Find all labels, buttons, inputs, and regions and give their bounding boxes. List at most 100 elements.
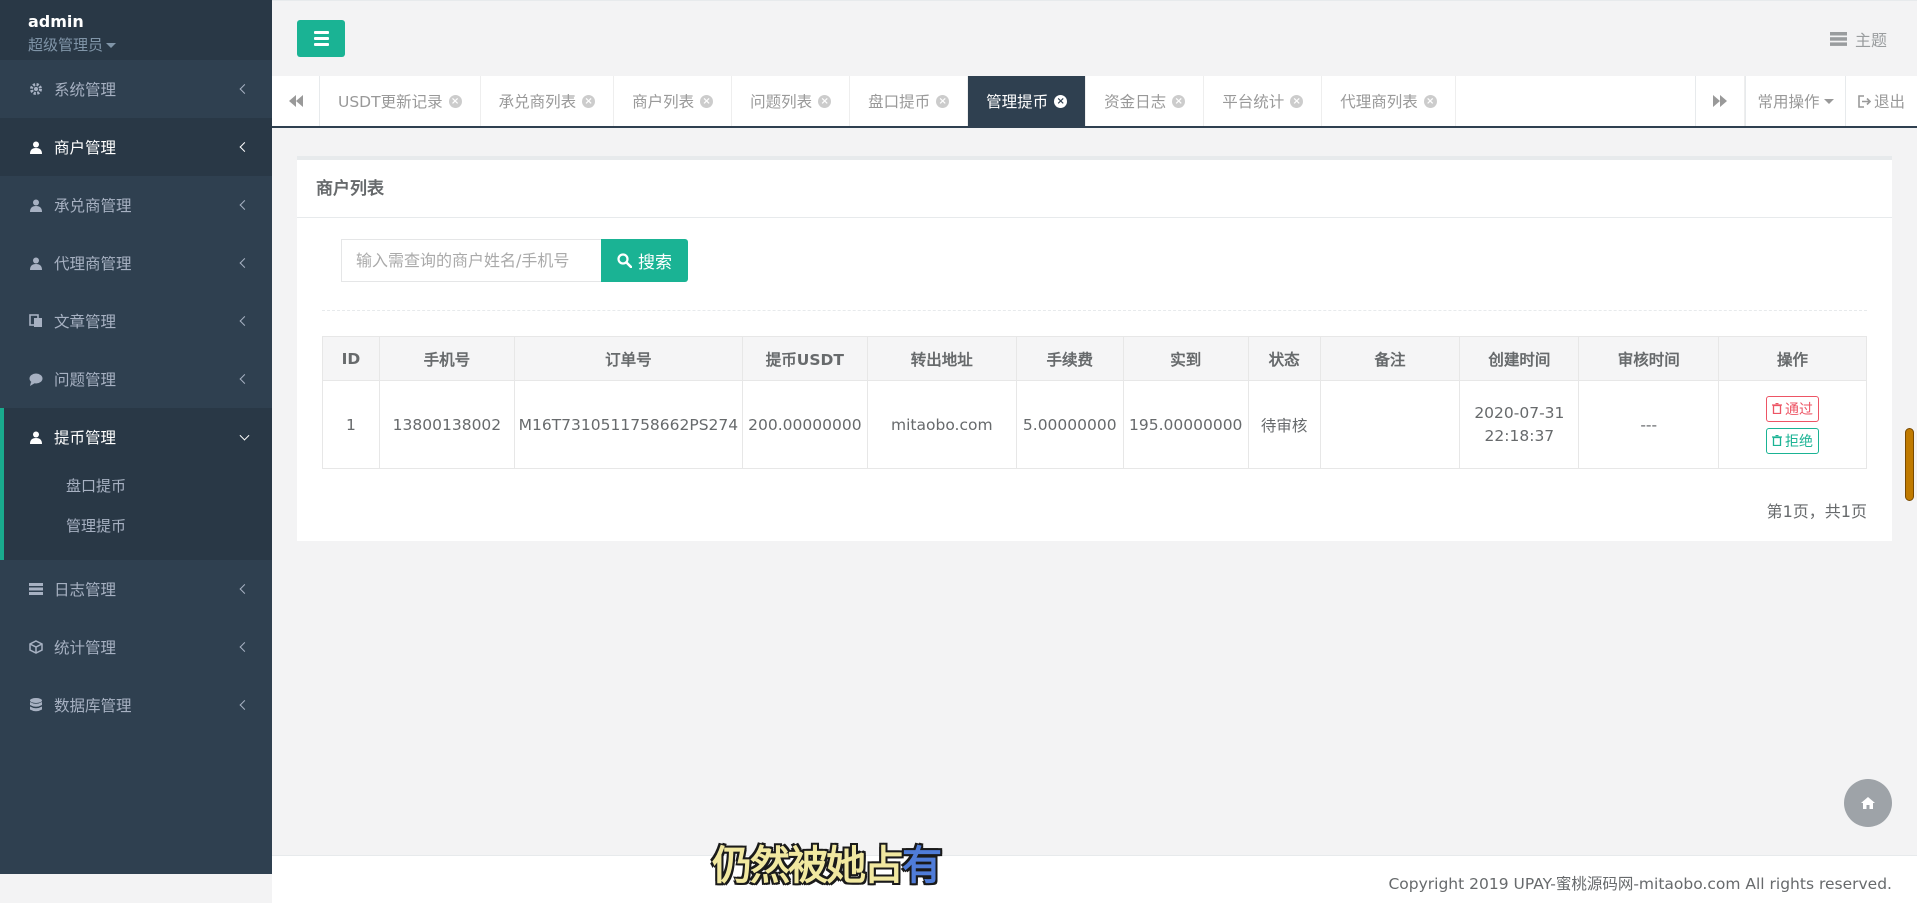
- bars-icon: [313, 31, 329, 34]
- sidebar-item-articles[interactable]: 文章管理: [0, 292, 272, 350]
- tab-pan-withdraw[interactable]: 盘口提币 ×: [850, 76, 969, 126]
- tab-platform-stats[interactable]: 平台统计 ×: [1204, 76, 1323, 126]
- search-icon: [617, 253, 632, 268]
- cell-review-time: ---: [1578, 380, 1720, 469]
- theme-label: 主题: [1854, 31, 1887, 50]
- sidebar-item-label: 统计管理: [54, 639, 117, 657]
- logout-button[interactable]: 退出: [1845, 76, 1917, 126]
- tabs-scroll-left-button[interactable]: [272, 76, 320, 126]
- search-button[interactable]: 搜索: [601, 239, 688, 282]
- close-icon[interactable]: ×: [1423, 94, 1437, 108]
- column-header: 操作: [1718, 336, 1867, 381]
- close-icon[interactable]: ×: [582, 94, 596, 108]
- sidebar-item-label: 文章管理: [54, 313, 117, 331]
- tabs-scroll-right-button[interactable]: [1695, 76, 1745, 126]
- chevron-left-icon: [239, 642, 250, 652]
- table-header-row: ID 手机号 订单号 提币USDT 转出地址 手续费 实到 状态 备注 创建时间…: [322, 336, 1867, 381]
- chevron-left-icon: [239, 374, 250, 384]
- sidebar-item-database[interactable]: 数据库管理: [0, 676, 272, 734]
- close-icon[interactable]: ×: [1172, 94, 1186, 108]
- tab-fund-log[interactable]: 资金日志 ×: [1086, 76, 1205, 126]
- cell-address: mitaobo.com: [866, 380, 1017, 469]
- close-icon[interactable]: ×: [1054, 94, 1068, 108]
- sidebar-item-label: 日志管理: [54, 581, 117, 599]
- copyright-text: Copyright 2019 UPAY-蜜桃源码网-mitaobo.com Al…: [1388, 875, 1892, 893]
- sidebar-item-questions[interactable]: 问题管理: [0, 350, 272, 408]
- cell-remark: [1319, 380, 1461, 469]
- common-ops-dropdown[interactable]: 常用操作: [1745, 76, 1845, 126]
- trash-icon: [1772, 403, 1783, 414]
- withdraw-table: ID 手机号 订单号 提币USDT 转出地址 手续费 实到 状态 备注 创建时间…: [322, 336, 1867, 469]
- user-role-dropdown[interactable]: 超级管理员: [28, 34, 272, 55]
- sidebar-item-label: 商户管理: [54, 139, 117, 157]
- sidebar-item-stats[interactable]: 统计管理: [0, 618, 272, 676]
- footer: Copyright 2019 UPAY-蜜桃源码网-mitaobo.com Al…: [272, 855, 1917, 903]
- video-subtitle: 仍然被她占有: [712, 843, 942, 889]
- trash-icon: [1772, 435, 1783, 446]
- sidebar-item-label: 数据库管理: [54, 697, 132, 715]
- sidebar-item-system[interactable]: 系统管理: [0, 60, 272, 118]
- search-form: 搜索: [341, 239, 688, 282]
- backward-icon: [288, 95, 303, 107]
- sidebar-subitem-pan-withdraw[interactable]: 盘口提币: [4, 466, 272, 506]
- close-icon[interactable]: ×: [448, 94, 462, 108]
- page-tabs: USDT更新记录 × 承兑商列表 × 商户列表 × 问题列表 × 盘口提币 × 管理提币 ×…: [320, 76, 1456, 126]
- close-icon[interactable]: ×: [1290, 94, 1304, 108]
- search-input[interactable]: [341, 239, 601, 282]
- sidebar-item-withdrawals[interactable]: 提币管理: [4, 408, 272, 466]
- sidebar-item-merchants[interactable]: 商户管理: [0, 118, 272, 176]
- tab-acceptor-list[interactable]: 承兑商列表 ×: [481, 76, 615, 126]
- top-header: 主题: [272, 0, 1917, 76]
- column-header: 创建时间: [1459, 336, 1580, 381]
- comment-icon: [28, 371, 44, 387]
- close-icon[interactable]: ×: [818, 94, 832, 108]
- caret-down-icon: [1823, 98, 1834, 104]
- tab-admin-withdraw[interactable]: 管理提币 ×: [968, 76, 1087, 126]
- column-header: ID: [322, 336, 380, 381]
- approve-button[interactable]: 通过: [1766, 395, 1820, 422]
- page-tabs-bar: USDT更新记录 × 承兑商列表 × 商户列表 × 问题列表 × 盘口提币 × 管理提币 ×…: [272, 76, 1917, 128]
- close-icon[interactable]: ×: [700, 94, 714, 108]
- theme-button[interactable]: 主题: [1829, 27, 1887, 51]
- cell-fee: 5.00000000: [1015, 380, 1124, 469]
- sidebar-item-label: 问题管理: [54, 371, 117, 389]
- tab-question-list[interactable]: 问题列表 ×: [732, 76, 851, 126]
- column-header: 提币USDT: [741, 336, 868, 381]
- database-icon: [28, 697, 44, 713]
- scrollbar-handle[interactable]: [1905, 428, 1914, 501]
- column-header: 手机号: [378, 336, 515, 381]
- sidebar-group-withdrawals: 提币管理 盘口提币 管理提币: [0, 408, 272, 560]
- user-icon: [28, 255, 44, 271]
- back-to-top-button[interactable]: [1844, 779, 1892, 827]
- divider: [322, 310, 1867, 311]
- sidebar-item-agents[interactable]: 代理商管理: [0, 234, 272, 292]
- chevron-left-icon: [239, 258, 250, 268]
- table-row: 1 13800138002 M16T7310511758662PS274 200…: [322, 380, 1867, 469]
- cell-actual: 195.00000000: [1122, 380, 1249, 469]
- tab-agent-list[interactable]: 代理商列表 ×: [1322, 76, 1456, 126]
- sidebar-item-label: 承兑商管理: [54, 197, 132, 215]
- pagination-info: 第1页，共1页: [1766, 502, 1867, 521]
- sidebar-item-label: 提币管理: [54, 429, 117, 447]
- cell-created-time: 2020-07-31 22:18:37: [1459, 380, 1580, 469]
- sidebar-subitem-admin-withdraw[interactable]: 管理提币: [4, 506, 272, 546]
- cell-status: 待审核: [1247, 380, 1321, 469]
- cell-usdt: 200.00000000: [741, 380, 868, 469]
- tab-merchant-list[interactable]: 商户列表 ×: [614, 76, 733, 126]
- user-icon: [28, 429, 44, 445]
- tab-usdt-records[interactable]: USDT更新记录 ×: [320, 76, 481, 126]
- close-icon[interactable]: ×: [936, 94, 950, 108]
- column-header: 转出地址: [866, 336, 1017, 381]
- column-header: 审核时间: [1578, 336, 1720, 381]
- column-header: 状态: [1247, 336, 1321, 381]
- menu-toggle-button[interactable]: [297, 20, 345, 57]
- merchant-list-panel: 商户列表 搜索 ID 手机号 订单号 提币USDT 转出地址 手续费 实到 状态…: [297, 156, 1892, 541]
- user-profile[interactable]: admin 超级管理员: [0, 0, 272, 60]
- sidebar-item-acceptors[interactable]: 承兑商管理: [0, 176, 272, 234]
- server-icon: [1829, 32, 1847, 46]
- sidebar-item-logs[interactable]: 日志管理: [0, 560, 272, 618]
- reject-button[interactable]: 拒绝: [1766, 427, 1820, 454]
- cube-icon: [28, 639, 44, 655]
- cell-actions: 通过 拒绝: [1718, 380, 1867, 469]
- username: admin: [28, 12, 84, 31]
